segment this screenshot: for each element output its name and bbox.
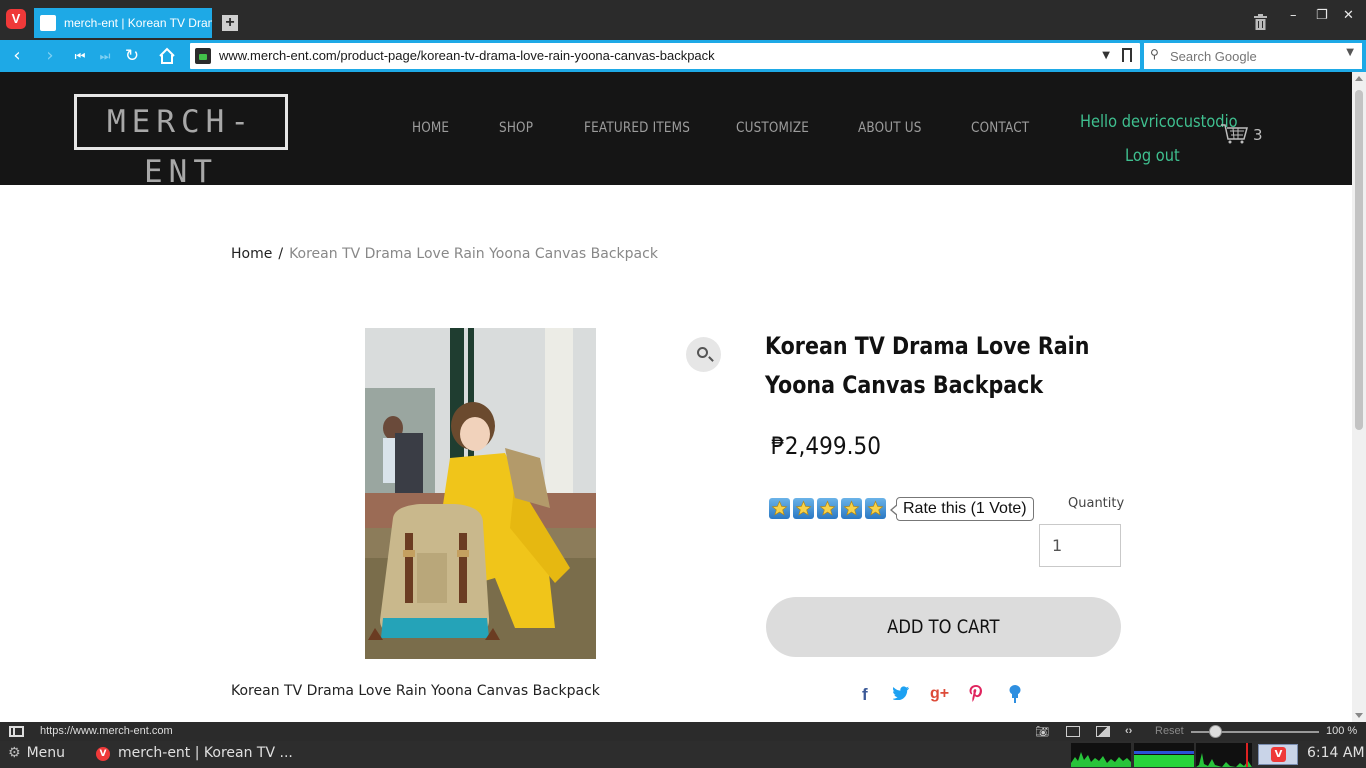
breadcrumb-home[interactable]: Home bbox=[231, 246, 272, 262]
product-price: ₱2,499.50 bbox=[771, 432, 881, 460]
fast-forward-icon[interactable]: ⏭ bbox=[95, 46, 115, 66]
nav-about-us[interactable]: ABOUT US bbox=[858, 120, 922, 136]
star-icon[interactable] bbox=[769, 498, 790, 519]
nav-shop[interactable]: SHOP bbox=[499, 120, 533, 136]
add-to-cart-label: ADD TO CART bbox=[887, 616, 1000, 638]
taskbar: ⚙ Menu Vmerch-ent | Korean TV ... V 6:14 … bbox=[0, 741, 1366, 768]
zoom-slider[interactable] bbox=[1191, 725, 1319, 738]
pinterest-icon[interactable] bbox=[969, 685, 983, 707]
facebook-icon[interactable]: f bbox=[862, 685, 868, 705]
start-menu-button[interactable]: ⚙ Menu bbox=[8, 745, 65, 761]
back-icon[interactable]: ‹ bbox=[7, 46, 27, 66]
network-graph bbox=[1196, 743, 1252, 767]
new-tab-button[interactable]: + bbox=[222, 15, 238, 31]
product-title: Korean TV Drama Love Rain Yoona Canvas B… bbox=[765, 332, 1090, 399]
task-label: merch-ent | Korean TV ... bbox=[118, 745, 293, 761]
vivaldi-menu-button[interactable]: V bbox=[6, 9, 26, 29]
scroll-up-icon[interactable] bbox=[1355, 76, 1363, 81]
scrollbar-thumb[interactable] bbox=[1355, 90, 1363, 430]
site-logo[interactable]: MERCH-ENT bbox=[74, 94, 288, 190]
home-icon[interactable] bbox=[158, 47, 176, 65]
breadcrumb: Home / Korean TV Drama Love Rain Yoona Can… bbox=[231, 246, 658, 262]
quantity-label: Quantity bbox=[1068, 496, 1125, 511]
breadcrumb-current: Korean TV Drama Love Rain Yoona Canvas B… bbox=[289, 246, 658, 262]
zoom-slider-handle[interactable] bbox=[1209, 725, 1222, 738]
url-dropdown-icon[interactable]: ▼ bbox=[1102, 47, 1110, 65]
search-engine-dropdown-icon[interactable]: ▼ bbox=[1346, 47, 1354, 58]
active-tab[interactable]: merch-ent | Korean TV Drama Love Rain Yo… bbox=[34, 8, 212, 38]
memory-graph bbox=[1134, 743, 1194, 767]
nav-home[interactable]: HOME bbox=[412, 120, 449, 136]
star-icon[interactable] bbox=[841, 498, 862, 519]
site-header: MERCH-ENT HOME SHOP FEATURED ITEMS CUSTO… bbox=[0, 72, 1352, 190]
images-icon[interactable] bbox=[1096, 726, 1110, 737]
breadcrumb-separator: / bbox=[278, 246, 284, 262]
quantity-input[interactable] bbox=[1039, 524, 1121, 567]
logout-link[interactable]: Log out bbox=[1125, 146, 1180, 166]
lock-icon bbox=[195, 48, 211, 64]
zoom-level: 100 % bbox=[1326, 725, 1358, 737]
cart-count[interactable]: 3 bbox=[1253, 126, 1263, 144]
menu-label: Menu bbox=[26, 745, 66, 761]
taskbar-browser-window[interactable]: Vmerch-ent | Korean TV ... bbox=[96, 745, 293, 761]
add-to-cart-button[interactable]: ADD TO CART bbox=[766, 597, 1121, 657]
trash-icon[interactable] bbox=[1254, 14, 1267, 30]
url-field[interactable]: www.merch-ent.com/product-page/korean-tv… bbox=[190, 43, 1140, 69]
star-icon[interactable] bbox=[817, 498, 838, 519]
cpu-graph bbox=[1071, 743, 1131, 767]
bookmark-icon[interactable] bbox=[1122, 48, 1132, 62]
address-bar: ‹ › ⏮ ⏭ ↻ www.merch-ent.com/product-page… bbox=[0, 40, 1366, 72]
star-icon[interactable] bbox=[865, 498, 886, 519]
url-text[interactable]: www.merch-ent.com/product-page/korean-tv… bbox=[219, 43, 715, 69]
pin-icon[interactable] bbox=[1009, 685, 1021, 708]
status-url: https://www.merch-ent.com bbox=[40, 725, 173, 737]
magnifier-icon bbox=[697, 347, 708, 358]
search-icon: ⚲ bbox=[1150, 47, 1159, 61]
page-viewport: MERCH-ENT HOME SHOP FEATURED ITEMS CUSTO… bbox=[0, 72, 1366, 722]
rewind-icon[interactable]: ⏮ bbox=[70, 46, 90, 66]
gear-icon: ⚙ bbox=[8, 745, 21, 761]
nav-contact[interactable]: CONTACT bbox=[971, 120, 1029, 136]
close-icon[interactable]: ✕ bbox=[1343, 8, 1354, 23]
tile-icon[interactable] bbox=[1066, 726, 1080, 737]
forward-icon[interactable]: › bbox=[40, 46, 60, 66]
cart-icon[interactable] bbox=[1220, 120, 1250, 144]
scroll-down-icon[interactable] bbox=[1355, 713, 1363, 718]
panel-toggle-icon[interactable] bbox=[9, 726, 24, 737]
twitter-icon[interactable] bbox=[892, 685, 909, 705]
restore-icon[interactable]: ❐ bbox=[1316, 8, 1328, 23]
zoom-button[interactable] bbox=[686, 337, 721, 372]
search-input[interactable] bbox=[1170, 46, 1340, 66]
page-scrollbar[interactable] bbox=[1352, 72, 1366, 722]
minimize-icon[interactable]: – bbox=[1290, 8, 1297, 23]
tab-bar: V merch-ent | Korean TV Drama Love Rain … bbox=[0, 0, 1366, 40]
star-icon[interactable] bbox=[793, 498, 814, 519]
google-plus-icon[interactable]: g+ bbox=[930, 685, 949, 703]
clock: 6:14 AM bbox=[1307, 745, 1365, 761]
vivaldi-icon: V bbox=[96, 747, 110, 761]
product-image[interactable] bbox=[365, 328, 596, 659]
user-greeting[interactable]: Hello devricocustodio bbox=[1080, 112, 1238, 132]
tray-vivaldi[interactable]: V bbox=[1258, 744, 1298, 765]
tab-title: merch-ent | Korean TV Drama Love Rain Yo… bbox=[64, 16, 212, 30]
status-bar: https://www.merch-ent.com 📷︎ ‹› Reset 10… bbox=[0, 722, 1366, 741]
vivaldi-tray-icon: V bbox=[1271, 747, 1286, 762]
nav-featured-items[interactable]: FEATURED ITEMS bbox=[584, 120, 690, 136]
search-field[interactable]: ⚲ ▼ bbox=[1144, 43, 1362, 69]
capture-icon[interactable]: 📷︎ bbox=[1035, 725, 1049, 738]
page-actions-icon[interactable]: ‹› bbox=[1125, 725, 1132, 737]
zoom-reset-button[interactable]: Reset bbox=[1155, 725, 1184, 737]
product-photo bbox=[365, 328, 596, 659]
reload-icon[interactable]: ↻ bbox=[122, 46, 142, 66]
rating-tooltip: Rate this (1 Vote) bbox=[890, 497, 1034, 521]
tab-favicon-icon bbox=[40, 15, 56, 31]
nav-customize[interactable]: CUSTOMIZE bbox=[736, 120, 809, 136]
image-caption: Korean TV Drama Love Rain Yoona Canvas B… bbox=[231, 683, 600, 699]
